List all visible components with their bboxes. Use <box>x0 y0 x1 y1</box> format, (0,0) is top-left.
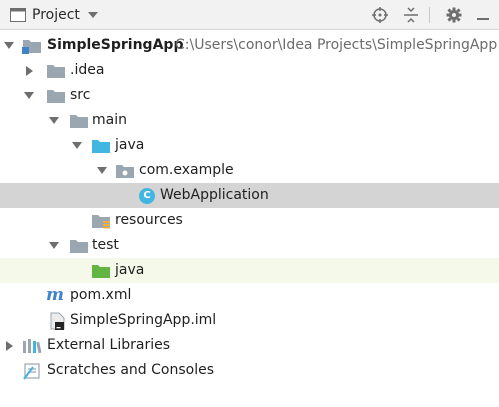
tree-item-label: java <box>115 137 145 153</box>
toolbar-divider <box>429 7 430 23</box>
tree-item-label: SimpleSpringApp.iml <box>70 312 217 328</box>
tree-node-package[interactable]: com.example <box>0 158 499 183</box>
folder-icon <box>46 83 66 108</box>
folder-icon <box>69 108 89 133</box>
hide-panel-button[interactable] <box>472 4 494 26</box>
tree-item-label: WebApplication <box>160 187 269 203</box>
tree-item-label: resources <box>115 212 183 228</box>
panel-title: Project <box>32 7 80 23</box>
crosshair-icon <box>372 7 388 23</box>
expand-arrow-icon[interactable] <box>47 233 61 258</box>
expand-arrow-icon[interactable] <box>95 158 109 183</box>
tree-item-label: main <box>92 112 127 128</box>
tree-node-iml[interactable]: SimpleSpringApp.iml <box>0 308 499 333</box>
tree-node-test-java[interactable]: java <box>0 258 499 283</box>
expand-arrow-icon[interactable] <box>47 108 61 133</box>
project-window-icon <box>10 8 26 22</box>
gear-icon <box>446 7 462 23</box>
scratches-icon <box>22 358 42 383</box>
collapse-all-button[interactable] <box>400 4 422 26</box>
tree-item-label: Scratches and Consoles <box>47 362 214 378</box>
settings-button[interactable] <box>443 4 465 26</box>
tree-node-main-java[interactable]: java <box>0 133 499 158</box>
module-file-icon <box>50 308 66 333</box>
folder-icon <box>46 58 66 83</box>
tree-item-label: External Libraries <box>47 337 170 353</box>
tree-node-test[interactable]: test <box>0 233 499 258</box>
collapse-all-icon <box>403 7 419 23</box>
libraries-icon <box>22 333 42 358</box>
class-badge-letter: C <box>143 190 151 201</box>
tree-node-root[interactable]: SimpleSpringApp C:\Users\conor\Idea Proj… <box>0 33 499 58</box>
project-path: C:\Users\conor\Idea Projects\SimpleSprin… <box>175 37 498 53</box>
module-folder-icon <box>22 33 42 58</box>
collapsed-arrow-icon[interactable] <box>2 333 16 358</box>
tree-node-pom[interactable]: m pom.xml <box>0 283 499 308</box>
tree-item-label: com.example <box>139 162 234 178</box>
expand-arrow-icon[interactable] <box>70 133 84 158</box>
project-tree: SimpleSpringApp C:\Users\conor\Idea Proj… <box>0 33 499 383</box>
tree-item-label: src <box>70 87 91 103</box>
tree-item-label: java <box>115 262 145 278</box>
tree-item-label: test <box>92 237 119 253</box>
locate-file-button[interactable] <box>369 4 391 26</box>
resources-folder-icon <box>91 208 111 233</box>
package-icon <box>115 158 135 183</box>
project-name: SimpleSpringApp <box>47 37 184 53</box>
tree-node-main[interactable]: main <box>0 108 499 133</box>
project-panel-header: Project <box>0 0 499 30</box>
tree-node-idea[interactable]: .idea <box>0 58 499 83</box>
folder-icon <box>69 233 89 258</box>
tree-node-webapplication[interactable]: C WebApplication <box>0 183 499 208</box>
tree-node-scratches[interactable]: Scratches and Consoles <box>0 358 499 383</box>
project-view-selector[interactable]: Project <box>0 0 98 30</box>
test-source-folder-icon <box>91 258 111 283</box>
tree-node-external-libraries[interactable]: External Libraries <box>0 333 499 358</box>
tree-node-src[interactable]: src <box>0 83 499 108</box>
maven-icon: m <box>46 285 64 305</box>
chevron-down-icon[interactable] <box>87 12 98 18</box>
expand-arrow-icon[interactable] <box>2 33 16 58</box>
tree-item-label: .idea <box>70 62 105 78</box>
expand-arrow-icon[interactable] <box>22 83 36 108</box>
minimize-icon <box>476 8 490 22</box>
source-folder-icon <box>91 133 111 158</box>
collapsed-arrow-icon[interactable] <box>22 58 36 83</box>
tree-node-resources[interactable]: resources <box>0 208 499 233</box>
tree-item-label: pom.xml <box>70 287 132 303</box>
